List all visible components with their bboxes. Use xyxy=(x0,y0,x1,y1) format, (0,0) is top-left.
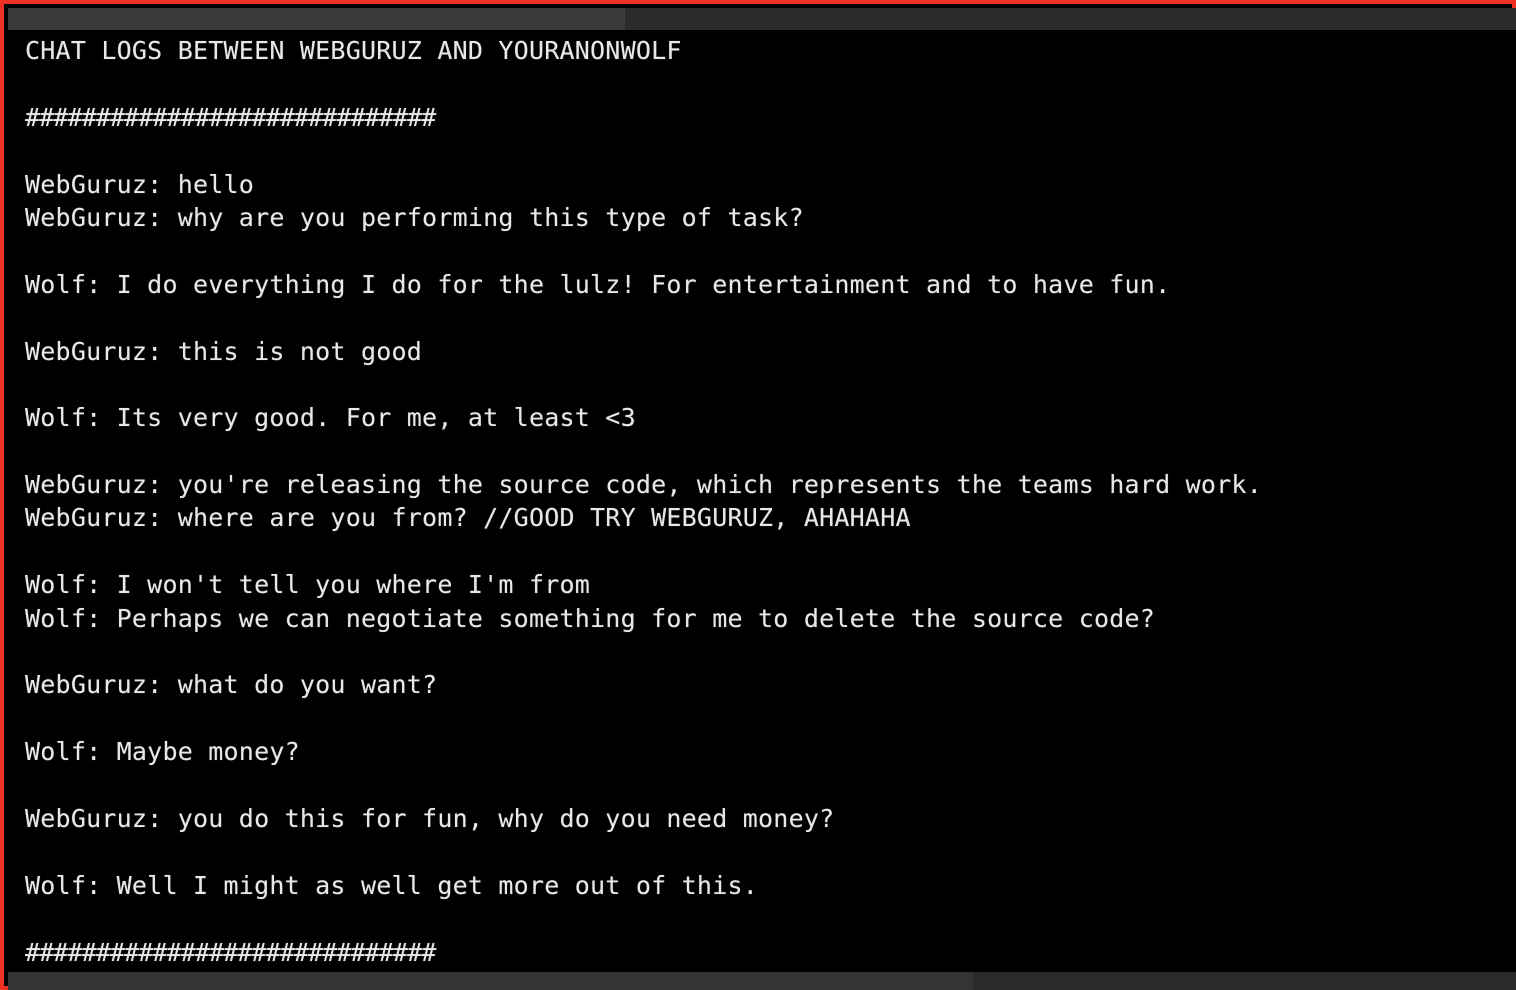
terminal-console[interactable]: CHAT LOGS BETWEEN WEBGURUZ AND YOURANONW… xyxy=(8,8,1516,990)
bottom-chrome-right-segment xyxy=(973,972,1516,990)
chat-message-line: Wolf: Its very good. For me, at least <3 xyxy=(25,403,636,433)
chat-message-line: WebGuruz: what do you want? xyxy=(25,670,438,700)
red-border-frame: CHAT LOGS BETWEEN WEBGURUZ AND YOURANONW… xyxy=(0,0,1516,990)
chat-message-line: WebGuruz: hello xyxy=(25,169,255,199)
chat-message-line: Wolf: Maybe money? xyxy=(25,737,300,767)
separator-line: ############################# xyxy=(25,102,436,132)
chat-message-line: Wolf: I do everything I do for the lulz!… xyxy=(25,269,1171,299)
top-chrome-left-segment xyxy=(8,8,625,30)
chat-message-line: Wolf: I won't tell you where I'm from xyxy=(25,570,591,600)
bottom-chrome-strip xyxy=(8,972,1516,990)
chat-message-line: WebGuruz: why are you performing this ty… xyxy=(25,202,804,232)
chat-message-line: Wolf: Perhaps we can negotiate something… xyxy=(25,603,1156,633)
chat-message-line: WebGuruz: you do this for fun, why do yo… xyxy=(25,803,835,833)
chat-log-text: CHAT LOGS BETWEEN WEBGURUZ AND YOURANONW… xyxy=(25,34,1505,969)
chat-message-line: Wolf: Well I might as well get more out … xyxy=(25,870,759,900)
chat-message-line: WebGuruz: where are you from? //GOOD TRY… xyxy=(25,503,911,533)
top-chrome-right-segment xyxy=(625,8,1516,30)
chat-message-line: WebGuruz: this is not good xyxy=(25,336,423,366)
top-chrome-strip xyxy=(8,8,1516,30)
chat-message-line: WebGuruz: you're releasing the source co… xyxy=(25,470,1262,500)
bottom-chrome-left-segment xyxy=(8,972,973,990)
separator-line: ############################# xyxy=(25,937,436,967)
log-title-line: CHAT LOGS BETWEEN WEBGURUZ AND YOURANONW… xyxy=(25,36,682,65)
